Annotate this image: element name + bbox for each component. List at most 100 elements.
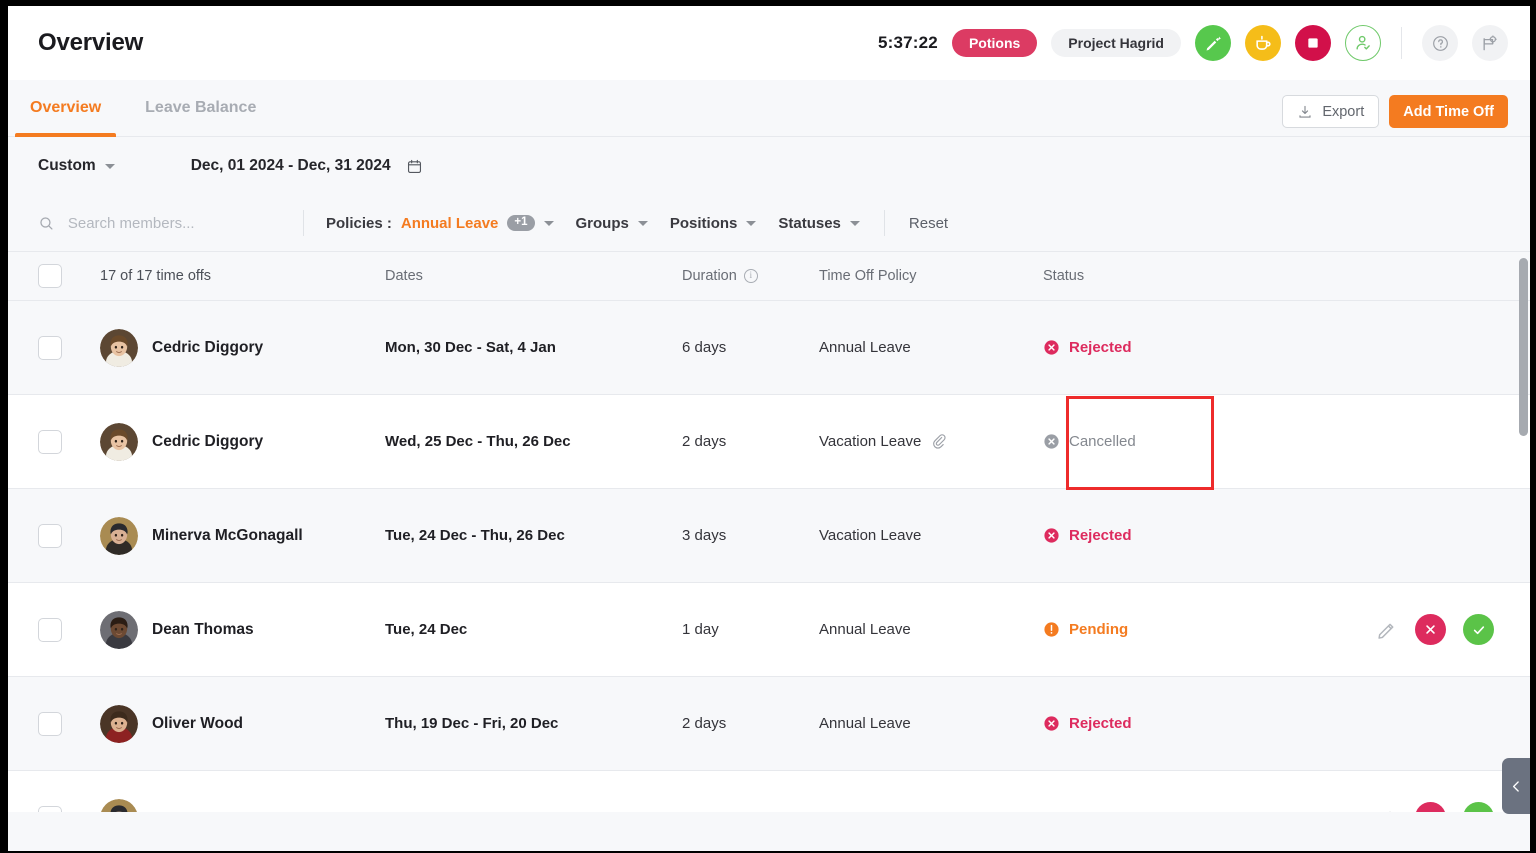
table-row[interactable]: Oliver Wood Thu, 19 Dec - Fri, 20 Dec 2 … — [8, 677, 1530, 771]
row-checkbox[interactable] — [38, 430, 62, 454]
search-box[interactable] — [38, 214, 303, 233]
reject-button[interactable] — [1415, 614, 1446, 645]
policy-label: Annual Leave — [819, 621, 911, 638]
avatar — [100, 329, 138, 367]
settings-button[interactable] — [1472, 25, 1508, 61]
cell-policy: Vacation Leave — [819, 433, 1043, 450]
avatar-image — [100, 799, 138, 813]
status-badge: Pending — [1043, 621, 1313, 638]
tab-leave-balance[interactable]: Leave Balance — [123, 80, 278, 136]
download-icon — [1297, 104, 1313, 120]
member-name: Oliver Wood — [152, 715, 243, 733]
cell-status: Cancelled — [1043, 433, 1313, 450]
row-checkbox[interactable] — [38, 618, 62, 642]
flag-gear-icon — [1480, 33, 1500, 53]
rejected-icon — [1043, 527, 1060, 544]
filter-positions[interactable]: Positions — [670, 215, 757, 232]
scrollbar-thumb[interactable] — [1519, 258, 1528, 436]
help-button[interactable] — [1422, 25, 1458, 61]
cell-dates: Tue, 24 Dec — [385, 621, 682, 638]
export-button[interactable]: Export — [1282, 95, 1379, 128]
export-label: Export — [1322, 104, 1364, 120]
member-name: Cedric Diggory — [152, 339, 263, 357]
table-body: Cedric Diggory Mon, 30 Dec - Sat, 4 Jan … — [8, 301, 1530, 812]
reject-icon — [1423, 810, 1438, 812]
cell-dates: Tue, 24 Dec - Thu, 26 Dec — [385, 527, 682, 544]
table-row-partial[interactable] — [8, 771, 1530, 812]
filter-row: Policies : Annual Leave +1 Groups Positi… — [8, 195, 1530, 252]
filter-policies-value: Annual Leave — [401, 215, 499, 232]
avatar-image — [100, 705, 138, 743]
page-title: Overview — [38, 29, 143, 57]
chevron-down-icon — [746, 221, 756, 226]
filter-groups[interactable]: Groups — [576, 215, 648, 232]
question-mark-icon — [1431, 34, 1450, 53]
attendance-button[interactable] — [1345, 25, 1381, 61]
header-duration-label: Duration — [682, 268, 737, 284]
approve-button[interactable] — [1463, 614, 1494, 645]
filter-groups-label: Groups — [576, 215, 629, 232]
filter-policies-label: Policies : — [326, 215, 392, 232]
info-icon[interactable]: i — [744, 269, 758, 283]
user-check-icon — [1353, 33, 1373, 53]
date-preset-dropdown[interactable]: Custom — [38, 157, 115, 175]
reset-filters-button[interactable]: Reset — [909, 215, 948, 232]
start-task-button[interactable] — [1195, 25, 1231, 61]
avatar — [100, 423, 138, 461]
edit-button[interactable] — [1376, 807, 1398, 813]
policy-label: Vacation Leave — [819, 433, 921, 450]
cell-status: Pending — [1043, 621, 1313, 638]
header-right-cluster: 5:37:22 Potions Project Hagrid — [878, 25, 1508, 61]
cell-duration: 3 days — [682, 527, 819, 544]
table-row[interactable]: Cedric Diggory Mon, 30 Dec - Sat, 4 Jan … — [8, 301, 1530, 395]
avatar — [100, 517, 138, 555]
filter-statuses[interactable]: Statuses — [778, 215, 860, 232]
header-count-label: 17 of 17 time offs — [100, 268, 211, 284]
avatar-image — [100, 517, 138, 555]
date-range-picker[interactable]: Dec, 01 2024 - Dec, 31 2024 — [191, 157, 423, 175]
policy-label: Annual Leave — [819, 339, 911, 356]
search-input[interactable] — [68, 215, 303, 232]
header-cell-policy: Time Off Policy — [819, 267, 1043, 285]
table-row[interactable]: Dean Thomas Tue, 24 Dec 1 day Annual Lea… — [8, 583, 1530, 677]
cell-duration: 6 days — [682, 339, 819, 356]
task-pill[interactable]: Potions — [952, 29, 1037, 57]
row-checkbox[interactable] — [38, 336, 62, 360]
cell-duration: 2 days — [682, 433, 819, 450]
edit-button[interactable] — [1376, 619, 1398, 641]
panel-collapse-handle[interactable] — [1502, 758, 1530, 814]
tab-overview[interactable]: Overview — [8, 80, 123, 136]
cancelled-icon — [1043, 433, 1060, 450]
project-pill[interactable]: Project Hagrid — [1051, 29, 1181, 57]
cell-dates: Wed, 25 Dec - Thu, 26 Dec — [385, 433, 682, 450]
member-info: Cedric Diggory — [100, 423, 385, 461]
edit-pencil-icon[interactable] — [1376, 807, 1398, 813]
status-label: Pending — [1069, 621, 1128, 638]
edit-pencil-icon[interactable] — [1376, 619, 1398, 641]
coffee-cup-icon — [1254, 34, 1273, 53]
row-checkbox[interactable] — [38, 524, 62, 548]
header-status-label: Status — [1043, 268, 1084, 284]
break-button[interactable] — [1245, 25, 1281, 61]
select-all-checkbox[interactable] — [38, 264, 62, 288]
header-cell-count: 17 of 17 time offs — [62, 267, 385, 285]
attachment-icon[interactable] — [931, 433, 948, 450]
status-label: Cancelled — [1069, 433, 1136, 450]
row-checkbox[interactable] — [38, 712, 62, 736]
status-badge: Cancelled — [1043, 433, 1313, 450]
table-row[interactable]: Cedric Diggory Wed, 25 Dec - Thu, 26 Dec… — [8, 395, 1530, 489]
status-label: Rejected — [1069, 339, 1132, 356]
approve-button[interactable] — [1463, 802, 1494, 812]
table-row[interactable]: Minerva McGonagall Tue, 24 Dec - Thu, 26… — [8, 489, 1530, 583]
reject-button[interactable] — [1415, 802, 1446, 812]
search-icon — [38, 214, 55, 233]
filter-policies[interactable]: Policies : Annual Leave +1 — [326, 215, 554, 232]
date-range-label: Dec, 01 2024 - Dec, 31 2024 — [191, 157, 391, 175]
add-time-off-button[interactable]: Add Time Off — [1389, 95, 1508, 128]
member-info: Minerva McGonagall — [100, 517, 385, 555]
table-scrollbar[interactable] — [1519, 252, 1528, 812]
policy-label: Annual Leave — [819, 715, 911, 732]
cell-member: Oliver Wood — [62, 705, 385, 743]
stop-button[interactable] — [1295, 25, 1331, 61]
row-checkbox[interactable] — [38, 806, 62, 813]
